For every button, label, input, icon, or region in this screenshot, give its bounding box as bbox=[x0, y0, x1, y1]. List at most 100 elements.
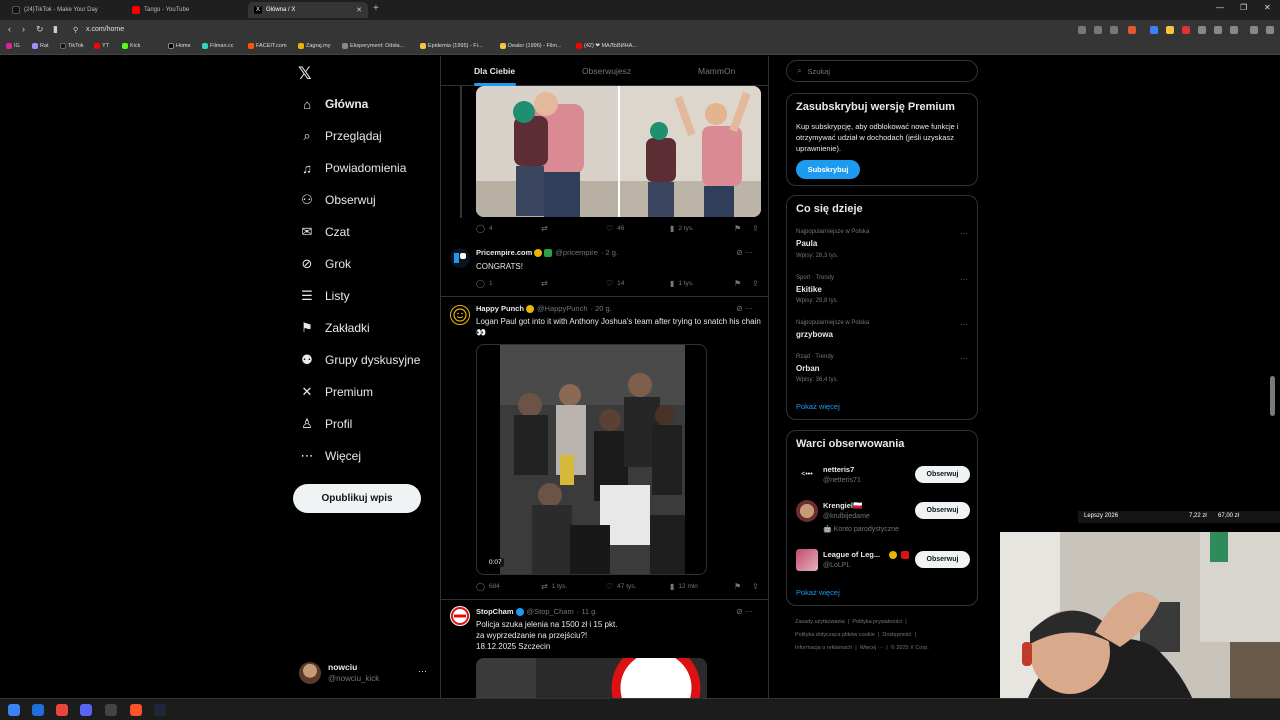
avatar[interactable]: <••• bbox=[796, 464, 818, 486]
suggest-handle[interactable]: @LoLPL bbox=[823, 562, 850, 569]
nav-home[interactable]: ⌂ Główna bbox=[299, 93, 368, 115]
share-button[interactable]: ⇪ bbox=[752, 582, 763, 591]
grok-tweet-icon[interactable]: ⊘ ··· bbox=[736, 607, 753, 616]
bookmark-item[interactable]: YT bbox=[94, 43, 109, 49]
nav-profile[interactable]: ♙ Profil bbox=[299, 413, 352, 435]
nav-explore[interactable]: ⌕ Przeglądaj bbox=[299, 125, 381, 147]
nav-chat[interactable]: ✉ Czat bbox=[299, 221, 350, 243]
forward-icon[interactable]: › bbox=[22, 24, 25, 34]
brave-icon[interactable] bbox=[130, 704, 142, 716]
grok-tweet-icon[interactable]: ⊘ ··· bbox=[736, 304, 753, 313]
brave-shield-icon[interactable] bbox=[1128, 26, 1136, 34]
bookmark-item[interactable]: Home bbox=[168, 43, 191, 49]
download-icon[interactable] bbox=[1214, 26, 1222, 34]
tab-for-you[interactable]: Dla Ciebie bbox=[474, 66, 515, 76]
url-field[interactable]: x.com/home bbox=[86, 26, 124, 33]
bookmark-item[interactable]: Filman.cc bbox=[202, 43, 234, 49]
bookmark-tweet-button[interactable]: ⚑ bbox=[734, 224, 745, 233]
trend-name[interactable]: Paula bbox=[796, 239, 817, 248]
who-show-more[interactable]: Pokaż więcej bbox=[796, 588, 840, 597]
trends-show-more[interactable]: Pokaż więcej bbox=[796, 402, 840, 411]
discord-icon[interactable] bbox=[80, 704, 92, 716]
extension-icon[interactable] bbox=[1182, 26, 1190, 34]
follow-button[interactable]: Obserwuj bbox=[915, 551, 970, 568]
avatar[interactable] bbox=[796, 500, 818, 522]
reply-button[interactable]: ◯ 1 bbox=[476, 279, 493, 288]
repost-button[interactable]: ⇄ 1 tys. bbox=[541, 582, 567, 591]
share-button[interactable]: ⇪ bbox=[752, 224, 763, 233]
follow-button[interactable]: Obserwuj bbox=[915, 502, 970, 519]
reply-button[interactable]: ◯ 4 bbox=[476, 224, 493, 233]
like-button[interactable]: ♡ 14 bbox=[606, 279, 624, 288]
tweet-time[interactable]: · 11 g. bbox=[577, 607, 598, 616]
new-tab-icon[interactable]: + bbox=[373, 3, 379, 14]
author-handle[interactable]: @pricempire bbox=[555, 248, 598, 257]
repost-button[interactable]: ⇄ bbox=[541, 279, 552, 288]
chrome-icon[interactable] bbox=[56, 704, 68, 716]
x-logo-icon[interactable]: 𝕏 bbox=[298, 64, 312, 84]
share-button[interactable]: ⇪ bbox=[752, 279, 763, 288]
extension-icon[interactable] bbox=[1150, 26, 1158, 34]
trend-name[interactable]: Orban bbox=[796, 364, 820, 373]
window-close-icon[interactable]: ✕ bbox=[1264, 3, 1271, 12]
tab-x-home[interactable]: X Główna / X ✕ bbox=[248, 2, 368, 18]
start-icon[interactable] bbox=[8, 704, 20, 716]
bookmark-tweet-button[interactable]: ⚑ bbox=[734, 582, 745, 591]
suggest-handle[interactable]: @krulbijedame bbox=[823, 513, 870, 520]
views-button[interactable]: ▮ 12 mln bbox=[670, 582, 698, 591]
page-scrollbar[interactable] bbox=[1270, 376, 1275, 416]
bookmark-item[interactable]: IG bbox=[6, 43, 20, 49]
site-info-icon[interactable]: ⚲ bbox=[73, 26, 78, 34]
bookmark-item[interactable]: TikTok bbox=[60, 43, 84, 49]
steam-icon[interactable] bbox=[154, 704, 166, 716]
close-tab-icon[interactable]: ✕ bbox=[356, 6, 362, 14]
reply-button[interactable]: ◯ 684 bbox=[476, 582, 500, 591]
account-menu-icon[interactable]: ··· bbox=[418, 666, 427, 676]
bookmark-item[interactable]: Zagraj.my bbox=[298, 43, 330, 49]
minimize-icon[interactable]: — bbox=[1216, 3, 1224, 12]
tweet-video[interactable] bbox=[476, 344, 707, 575]
bookmark-item[interactable]: Eksperyment: Odsła... bbox=[342, 43, 404, 49]
trend-name[interactable]: grzybowa bbox=[796, 330, 833, 339]
wallet-icon[interactable] bbox=[1230, 26, 1238, 34]
file-explorer-icon[interactable] bbox=[32, 704, 44, 716]
bookmark-item[interactable]: Dealer (1996) - Film... bbox=[500, 43, 562, 49]
footer-link[interactable]: Informacja o reklamach bbox=[795, 645, 852, 651]
author-name[interactable]: Happy Punch bbox=[476, 304, 524, 313]
footer-link[interactable]: Zasady użytkowania bbox=[795, 619, 845, 625]
sidebar-icon[interactable] bbox=[1250, 26, 1258, 34]
like-button[interactable]: ♡ 46 bbox=[606, 224, 624, 233]
menu-icon[interactable] bbox=[1266, 26, 1274, 34]
trend-more-icon[interactable]: ··· bbox=[960, 354, 968, 363]
grok-tweet-icon[interactable]: ⊘ ··· bbox=[736, 248, 753, 257]
account-name[interactable]: nowciu bbox=[328, 662, 357, 672]
cast-icon[interactable] bbox=[1078, 26, 1086, 34]
nav-more[interactable]: ⋯ Więcej bbox=[299, 445, 362, 467]
zoom-icon[interactable] bbox=[1094, 26, 1102, 34]
tab-list[interactable]: MammOn bbox=[698, 66, 735, 76]
follow-button[interactable]: Obserwuj bbox=[915, 466, 970, 483]
extension-icon[interactable] bbox=[1166, 26, 1174, 34]
nav-premium[interactable]: ✕ Premium bbox=[299, 381, 373, 403]
footer-link[interactable]: Polityka prywatności bbox=[852, 619, 902, 625]
suggest-name[interactable]: Krengiel🇵🇱 bbox=[823, 501, 862, 510]
trend-more-icon[interactable]: ··· bbox=[960, 275, 968, 284]
avatar[interactable] bbox=[450, 248, 470, 268]
author-name[interactable]: StopCham bbox=[476, 607, 514, 616]
avatar[interactable] bbox=[796, 549, 818, 571]
share-icon[interactable] bbox=[1110, 26, 1118, 34]
nav-bookmarks[interactable]: ⚑ Zakładki bbox=[299, 317, 370, 339]
author-handle[interactable]: @HappyPunch bbox=[537, 304, 588, 313]
suggest-handle[interactable]: @netteris71 bbox=[823, 477, 861, 484]
post-button[interactable]: Opublikuj wpis bbox=[293, 484, 421, 513]
nav-notifications[interactable]: ♫ Powiadomienia bbox=[299, 157, 406, 179]
avatar[interactable] bbox=[299, 662, 321, 684]
footer-link[interactable]: Więcej ··· bbox=[860, 645, 884, 651]
suggest-name[interactable]: League of Leg... bbox=[823, 550, 880, 559]
bookmark-tweet-button[interactable]: ⚑ bbox=[734, 279, 745, 288]
nav-lists[interactable]: ☰ Listy bbox=[299, 285, 350, 307]
repost-button[interactable]: ⇄ bbox=[541, 224, 552, 233]
author-handle[interactable]: @Stop_Cham bbox=[527, 607, 574, 616]
trend-name[interactable]: Ekitike bbox=[796, 285, 822, 294]
tweet-photo[interactable] bbox=[476, 658, 707, 698]
